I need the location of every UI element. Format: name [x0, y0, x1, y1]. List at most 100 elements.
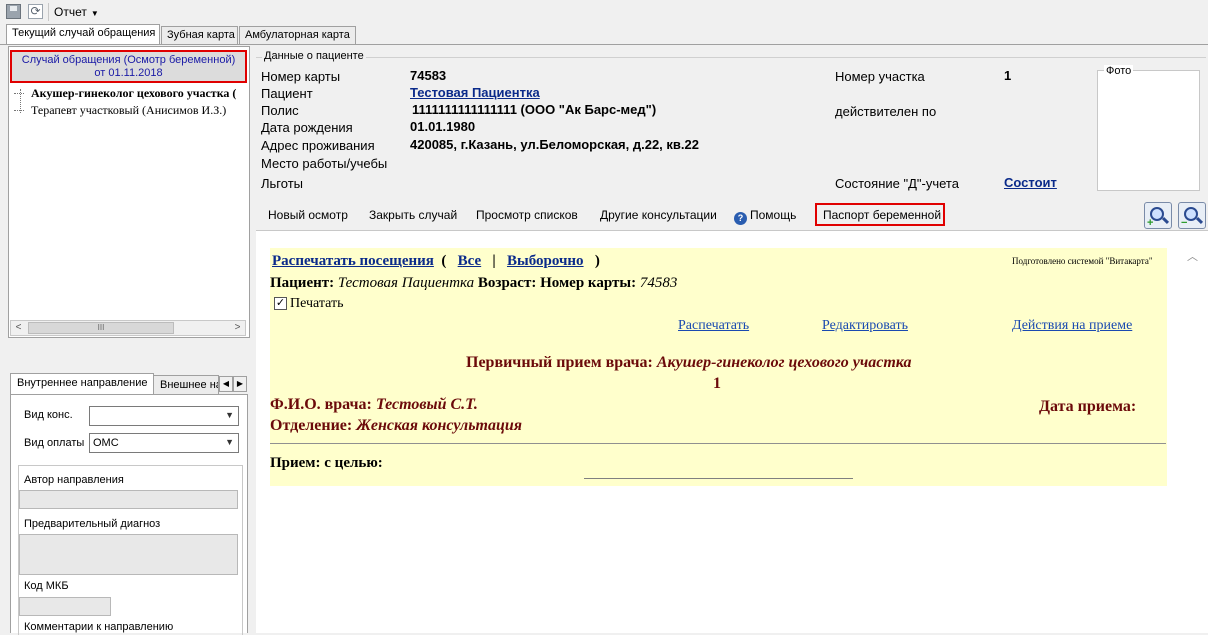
edit-link[interactable]: Редактировать	[822, 318, 908, 334]
toolbar-separator	[48, 3, 49, 21]
tab-internal-direction[interactable]: Внутреннее направление	[10, 373, 154, 394]
primary-appointment-heading: Первичный прием врача: Акушер-гинеколог …	[466, 354, 911, 372]
doc-card-number: 74583	[639, 275, 678, 291]
birth-date-label: Дата рождения	[261, 120, 353, 135]
doc-patient-label: Пациент:	[270, 275, 335, 291]
mkb-code-field[interactable]	[19, 597, 111, 616]
paren-close: )	[587, 253, 600, 269]
prepared-by-note: Подготовлено системой "Витакарта"	[1012, 256, 1153, 266]
tree-item-gynecologist[interactable]: Акушер-гинеколог цехового участка (	[13, 86, 236, 101]
payment-type-select[interactable]: ОМС ▼	[89, 433, 239, 453]
department-label: Отделение:	[270, 417, 353, 434]
comment-label: Комментарии к направлению	[24, 621, 174, 633]
author-field[interactable]	[19, 490, 238, 509]
help-button[interactable]: ? Помощь	[734, 208, 796, 225]
author-label: Автор направления	[24, 474, 124, 486]
paren-open: (	[437, 253, 454, 269]
zoom-in-button[interactable]: +	[1144, 202, 1172, 229]
doc-card-label: Номер карты:	[540, 275, 637, 291]
birth-date-value: 01.01.1980	[410, 119, 476, 134]
appointment-date-label: Дата приема:	[1039, 398, 1137, 415]
address-label: Адрес проживания	[261, 138, 375, 153]
case-title: Случай обращения (Осмотр беременной)	[21, 54, 236, 66]
photo-label: Фото	[1104, 65, 1134, 77]
report-menu-label: Отчет	[54, 5, 87, 19]
doc-patient-row: Пациент: Тестовая Пациентка Возраст: Ном…	[270, 275, 677, 292]
report-menu[interactable]: Отчет ▼	[54, 5, 99, 19]
tree-item-therapist[interactable]: Терапевт участковый (Анисимов И.З.)	[13, 103, 226, 118]
tab-dental-card[interactable]: Зубная карта	[161, 26, 238, 44]
reception-actions-link[interactable]: Действия на приеме	[1012, 318, 1132, 334]
magnifier-handle	[1195, 216, 1204, 225]
help-label: Помощь	[750, 208, 797, 222]
save-icon[interactable]	[6, 4, 21, 19]
scrollbar-thumb[interactable]: III	[28, 322, 174, 334]
patient-name-label: Пациент	[261, 86, 313, 101]
card-number-value: 74583	[410, 68, 447, 83]
tab-divider	[0, 44, 1208, 45]
new-exam-button[interactable]: Новый осмотр	[268, 208, 348, 222]
payment-type-label: Вид оплаты	[24, 437, 85, 449]
scroll-up-icon[interactable]: ︿	[1187, 248, 1198, 264]
view-lists-button[interactable]: Просмотр списков	[476, 208, 578, 222]
patient-data-group	[256, 57, 1206, 195]
pregnancy-passport-button[interactable]: Паспорт беременной	[815, 203, 945, 226]
policy-value: 1111111111111111 (ООО "Ак Барс-мед")	[412, 102, 657, 117]
close-case-button[interactable]: Закрыть случай	[369, 208, 457, 222]
prelim-diagnosis-label: Предварительный диагноз	[24, 518, 161, 530]
print-visits-link[interactable]: Распечатать посещения	[272, 253, 434, 269]
other-consultations-button[interactable]: Другие консультации	[600, 208, 717, 222]
chevron-down-icon: ▼	[225, 410, 234, 420]
purpose-label: Прием: с целью:	[270, 455, 383, 471]
d-status-label: Состояние "Д"-учета	[835, 176, 959, 191]
case-header[interactable]: Случай обращения (Осмотр беременной) от …	[10, 50, 247, 83]
prelim-diagnosis-field[interactable]	[19, 534, 238, 575]
tab-scroll-left-icon[interactable]: ◀	[219, 376, 233, 392]
scroll-right-icon[interactable]: >	[229, 320, 246, 336]
minus-icon: −	[1181, 217, 1188, 229]
chevron-down-icon: ▼	[225, 437, 234, 447]
purpose-underline	[584, 478, 853, 479]
primary-appointment-specialty: Акушер-гинеколог цехового участка	[656, 354, 912, 371]
consultation-type-select[interactable]: ▼	[89, 406, 239, 426]
workplace-label: Место работы/учебы	[261, 156, 388, 171]
all-link[interactable]: Все	[458, 253, 482, 269]
doctor-row: Ф.И.О. врача: Тестовый С.Т.	[270, 396, 478, 414]
appointment-number: 1	[713, 375, 721, 392]
print-visits-row: Распечатать посещения ( Все | Выборочно …	[272, 253, 600, 270]
tab-scroll-right-icon[interactable]: ▶	[233, 376, 247, 392]
valid-until-label: действителен по	[835, 104, 937, 119]
zoom-out-button[interactable]: −	[1178, 202, 1206, 229]
scroll-left-icon[interactable]: <	[10, 320, 27, 336]
tab-external-direction[interactable]: Внешнее на	[153, 375, 219, 394]
chevron-down-icon: ▼	[90, 9, 99, 18]
department-row: Отделение: Женская консультация	[270, 417, 522, 435]
help-icon: ?	[734, 212, 747, 225]
doctor-label: Ф.И.О. врача:	[270, 396, 372, 413]
document-divider	[270, 443, 1166, 444]
print-checkbox[interactable]: ✓	[274, 297, 287, 310]
district-label: Номер участка	[835, 69, 925, 84]
department-name: Женская консультация	[356, 417, 523, 434]
mkb-code-label: Код МКБ	[24, 580, 69, 592]
tab-current-case[interactable]: Текущий случай обращения	[6, 24, 160, 45]
doctor-name: Тестовый С.Т.	[375, 396, 478, 413]
district-value: 1	[1004, 68, 1012, 83]
case-date: от 01.11.2018	[94, 67, 163, 79]
pipe-separator: |	[484, 253, 504, 269]
doc-age-label: Возраст:	[477, 275, 537, 291]
main-toolbar: ⟳ Отчет ▼	[0, 0, 1208, 24]
tab-outpatient-card[interactable]: Амбулаторная карта	[239, 26, 356, 44]
payment-type-value: ОМС	[93, 437, 119, 449]
refresh-icon[interactable]: ⟳	[28, 4, 43, 19]
d-status-link[interactable]: Состоит	[1004, 175, 1057, 190]
card-number-label: Номер карты	[261, 69, 341, 84]
primary-appointment-label: Первичный прием врача:	[466, 354, 653, 371]
magnifier-handle	[1161, 216, 1170, 225]
benefits-label: Льготы	[261, 176, 304, 191]
selective-link[interactable]: Выборочно	[507, 253, 584, 269]
address-value: 420085, г.Казань, ул.Беломорская, д.22, …	[410, 137, 699, 152]
patient-data-title: Данные о пациенте	[262, 50, 366, 62]
print-link[interactable]: Распечатать	[678, 318, 749, 334]
patient-name-link[interactable]: Тестовая Пациентка	[410, 85, 540, 100]
